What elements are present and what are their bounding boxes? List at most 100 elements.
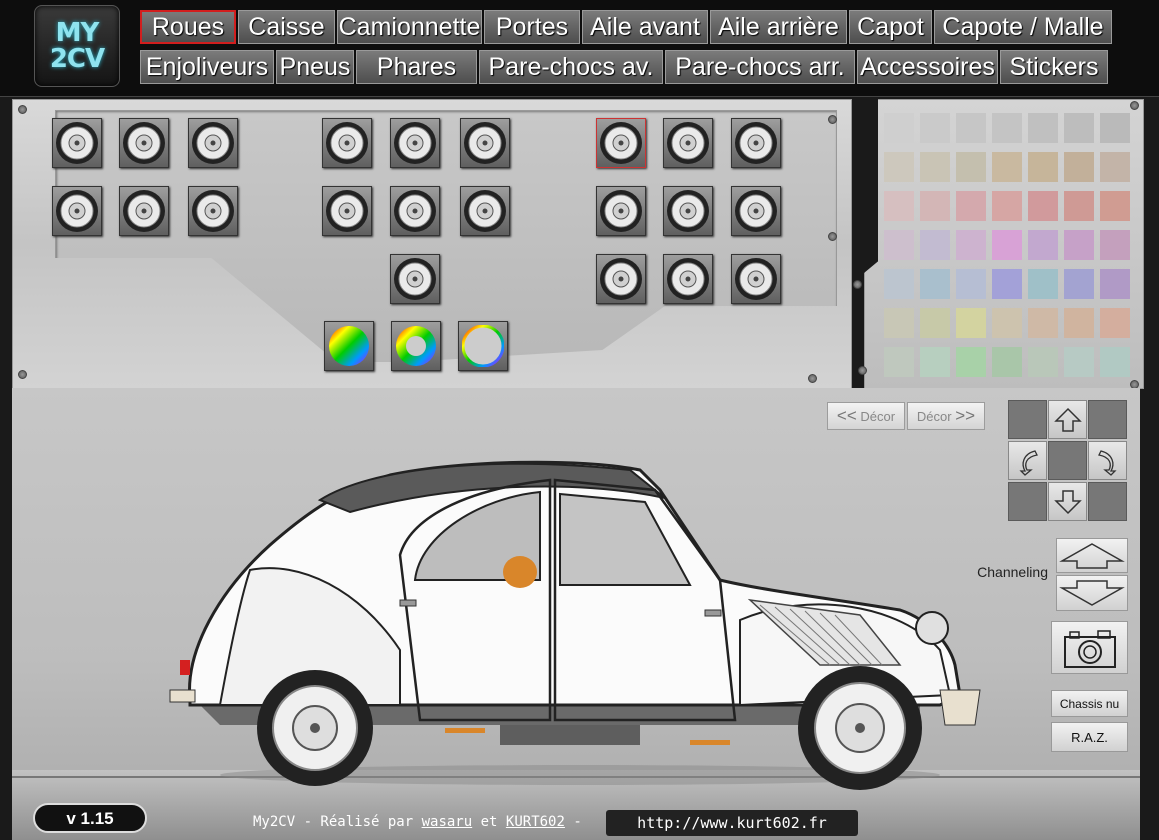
color-swatch[interactable] bbox=[884, 230, 914, 260]
color-swatch[interactable] bbox=[956, 191, 986, 221]
wheel-option-button[interactable] bbox=[52, 186, 102, 236]
tab-portes[interactable]: Portes bbox=[484, 10, 580, 44]
wheel-option-button[interactable] bbox=[119, 186, 169, 236]
wheel-option-button[interactable] bbox=[390, 186, 440, 236]
tab-capote-malle[interactable]: Capote / Malle bbox=[934, 10, 1112, 44]
tab-camionnette[interactable]: Camionnette bbox=[337, 10, 482, 44]
color-swatch[interactable] bbox=[956, 347, 986, 377]
color-swatch[interactable] bbox=[1028, 152, 1058, 182]
color-swatch[interactable] bbox=[884, 269, 914, 299]
color-swatch[interactable] bbox=[1100, 308, 1130, 338]
channeling-down-button[interactable] bbox=[1056, 575, 1128, 611]
tab-aile-avant[interactable]: Aile avant bbox=[582, 10, 708, 44]
color-swatch[interactable] bbox=[920, 269, 950, 299]
color-swatch[interactable] bbox=[992, 269, 1022, 299]
color-swatch[interactable] bbox=[1064, 347, 1094, 377]
channeling-up-button[interactable] bbox=[1056, 538, 1128, 573]
color-swatch[interactable] bbox=[1064, 269, 1094, 299]
color-swatch[interactable] bbox=[884, 191, 914, 221]
dpad-down-button[interactable] bbox=[1048, 482, 1087, 521]
color-swatch[interactable] bbox=[1028, 347, 1058, 377]
color-swatch[interactable] bbox=[1064, 308, 1094, 338]
color-swatch[interactable] bbox=[956, 152, 986, 182]
my2cv-logo[interactable]: MY 2CV bbox=[34, 5, 120, 87]
color-swatch[interactable] bbox=[1064, 230, 1094, 260]
color-swatch[interactable] bbox=[956, 308, 986, 338]
wheel-option-button[interactable] bbox=[731, 118, 781, 168]
wheel-option-button[interactable] bbox=[322, 186, 372, 236]
color-swatch[interactable] bbox=[992, 230, 1022, 260]
color-swatch[interactable] bbox=[884, 152, 914, 182]
color-swatch[interactable] bbox=[920, 191, 950, 221]
dpad-rotate-right-button[interactable] bbox=[1088, 441, 1127, 480]
color-swatch[interactable] bbox=[920, 347, 950, 377]
tab-accessoires[interactable]: Accessoires bbox=[857, 50, 998, 84]
decor-next-button[interactable]: Décor >> bbox=[907, 402, 985, 430]
color-swatch[interactable] bbox=[920, 113, 950, 143]
color-swatch[interactable] bbox=[956, 113, 986, 143]
tab-capot[interactable]: Capot bbox=[849, 10, 932, 44]
color-swatch[interactable] bbox=[1028, 191, 1058, 221]
chassis-nu-button[interactable]: Chassis nu bbox=[1051, 690, 1128, 717]
color-swatch[interactable] bbox=[956, 269, 986, 299]
color-swatch[interactable] bbox=[1028, 269, 1058, 299]
dpad-rotate-left-button[interactable] bbox=[1008, 441, 1047, 480]
tab-pneus[interactable]: Pneus bbox=[276, 50, 354, 84]
wheel-option-button[interactable] bbox=[390, 254, 440, 304]
color-swatch[interactable] bbox=[1100, 347, 1130, 377]
tab-aile-arriere[interactable]: Aile arrière bbox=[710, 10, 847, 44]
color-swatch[interactable] bbox=[920, 152, 950, 182]
wheel-option-button[interactable] bbox=[460, 186, 510, 236]
reset-button[interactable]: R.A.Z. bbox=[1051, 722, 1128, 752]
color-swatch[interactable] bbox=[1100, 113, 1130, 143]
color-swatch[interactable] bbox=[992, 347, 1022, 377]
wheel-option-button[interactable] bbox=[596, 186, 646, 236]
color-swatch[interactable] bbox=[1100, 269, 1130, 299]
color-swatch[interactable] bbox=[1028, 308, 1058, 338]
color-swatch[interactable] bbox=[884, 347, 914, 377]
tab-phares[interactable]: Phares bbox=[356, 50, 477, 84]
color-swatch[interactable] bbox=[920, 230, 950, 260]
wheel-option-button[interactable] bbox=[596, 118, 646, 168]
wheel-option-button[interactable] bbox=[119, 118, 169, 168]
wheel-option-button[interactable] bbox=[731, 186, 781, 236]
wheel-option-button[interactable] bbox=[596, 254, 646, 304]
color-swatch[interactable] bbox=[1028, 230, 1058, 260]
color-swatch[interactable] bbox=[920, 308, 950, 338]
wheel-option-button[interactable] bbox=[52, 118, 102, 168]
color-swatch[interactable] bbox=[884, 308, 914, 338]
tab-caisse[interactable]: Caisse bbox=[238, 10, 335, 44]
author-kurt602-link[interactable]: KURT602 bbox=[506, 814, 565, 830]
screenshot-button[interactable] bbox=[1051, 621, 1128, 674]
wheel-option-button[interactable] bbox=[663, 118, 713, 168]
tab-roues[interactable]: Roues bbox=[140, 10, 236, 44]
color-swatch[interactable] bbox=[1100, 191, 1130, 221]
wheel-option-button[interactable] bbox=[391, 321, 441, 371]
color-swatch[interactable] bbox=[956, 230, 986, 260]
website-url-link[interactable]: http://www.kurt602.fr bbox=[606, 810, 858, 836]
wheel-option-button[interactable] bbox=[390, 118, 440, 168]
color-swatch[interactable] bbox=[1100, 152, 1130, 182]
decor-prev-button[interactable]: << Décor bbox=[827, 402, 905, 430]
wheel-option-button[interactable] bbox=[188, 186, 238, 236]
wheel-option-button[interactable] bbox=[458, 321, 508, 371]
color-swatch[interactable] bbox=[1028, 113, 1058, 143]
color-swatch[interactable] bbox=[992, 113, 1022, 143]
color-swatch[interactable] bbox=[1064, 191, 1094, 221]
wheel-option-button[interactable] bbox=[322, 118, 372, 168]
color-swatch[interactable] bbox=[884, 113, 914, 143]
color-swatch[interactable] bbox=[1064, 152, 1094, 182]
wheel-option-button[interactable] bbox=[460, 118, 510, 168]
wheel-option-button[interactable] bbox=[188, 118, 238, 168]
tab-pare-chocs-arr[interactable]: Pare-chocs arr. bbox=[665, 50, 855, 84]
color-swatch[interactable] bbox=[1100, 230, 1130, 260]
dpad-up-button[interactable] bbox=[1048, 400, 1087, 439]
wheel-option-button[interactable] bbox=[731, 254, 781, 304]
color-swatch[interactable] bbox=[1064, 113, 1094, 143]
color-swatch[interactable] bbox=[992, 191, 1022, 221]
wheel-option-button[interactable] bbox=[663, 254, 713, 304]
color-swatch[interactable] bbox=[992, 308, 1022, 338]
tab-pare-chocs-av[interactable]: Pare-chocs av. bbox=[479, 50, 663, 84]
author-wasaru-link[interactable]: wasaru bbox=[422, 814, 473, 830]
tab-enjoliveurs[interactable]: Enjoliveurs bbox=[140, 50, 274, 84]
